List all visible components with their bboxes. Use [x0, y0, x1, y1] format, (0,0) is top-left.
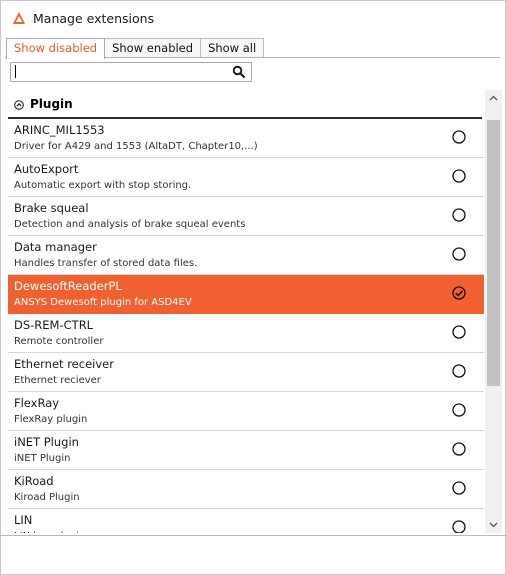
list-item[interactable]: DS-REM-CTRL Remote controller: [8, 314, 484, 353]
list-item[interactable]: iNET Plugin iNET Plugin: [8, 431, 484, 470]
unchecked-circle-icon[interactable]: [452, 130, 466, 144]
unchecked-circle-icon[interactable]: [452, 403, 466, 417]
search-box: [10, 62, 252, 82]
unchecked-circle-icon[interactable]: [452, 208, 466, 222]
search-input[interactable]: [15, 64, 225, 79]
checked-circle-icon[interactable]: [452, 286, 466, 300]
item-description: Driver for A429 and 1553 (AltaDT, Chapte…: [14, 141, 258, 152]
unchecked-circle-icon[interactable]: [452, 247, 466, 261]
item-name: AutoExport: [14, 162, 79, 176]
list-item[interactable]: KiRoad Kiroad Plugin: [8, 470, 484, 509]
unchecked-circle-icon[interactable]: [452, 325, 466, 339]
section-header-plugin[interactable]: Plugin: [8, 93, 482, 119]
tab-show-enabled[interactable]: Show enabled: [104, 38, 202, 57]
unchecked-circle-icon[interactable]: [452, 169, 466, 183]
search-icon[interactable]: [232, 65, 246, 79]
tab-show-all[interactable]: Show all: [200, 38, 265, 57]
title-bar: Manage extensions: [0, 0, 506, 36]
scroll-thumb[interactable]: [487, 120, 500, 386]
item-name: FlexRay: [14, 396, 60, 410]
item-description: FlexRay plugin: [14, 414, 88, 425]
tab-show-disabled[interactable]: Show disabled: [6, 38, 106, 59]
list-item[interactable]: ARINC_MIL1553 Driver for A429 and 1553 (A…: [8, 119, 484, 158]
item-description: Handles transfer of stored data files.: [14, 258, 198, 269]
item-description: LIN bus plugin: [14, 531, 85, 533]
list-item[interactable]: Ethernet receiver Ethernet reciever: [8, 353, 484, 392]
dewesoft-logo-icon: [13, 12, 25, 24]
extensions-list: Plugin ARINC_MIL1553 Driver for A429 and …: [5, 89, 502, 533]
list-item[interactable]: Data manager Handles transfer of stored d…: [8, 236, 484, 275]
text-caret: [15, 65, 16, 78]
item-description: Automatic export with stop storing.: [14, 180, 192, 191]
item-name: Data manager: [14, 240, 97, 254]
item-description: Kiroad Plugin: [14, 492, 80, 503]
item-name: Ethernet receiver: [14, 357, 114, 371]
list-item[interactable]: Brake squeal Detection and analysis of br…: [8, 197, 484, 236]
collapse-icon[interactable]: [14, 100, 24, 110]
footer-separator: [0, 535, 506, 536]
item-name: iNET Plugin: [14, 435, 79, 449]
list-item[interactable]: AutoExport Automatic export with stop sto…: [8, 158, 484, 197]
unchecked-circle-icon[interactable]: [452, 364, 466, 378]
item-description: Remote controller: [14, 336, 104, 347]
scroll-up-arrow-icon[interactable]: [485, 90, 502, 107]
item-name: Brake squeal: [14, 201, 89, 215]
item-description: Ethernet reciever: [14, 375, 101, 386]
item-description: ANSYS Dewesoft plugin for ASD4EV: [14, 297, 192, 308]
scroll-down-arrow-icon[interactable]: [485, 516, 502, 533]
item-name: DS-REM-CTRL: [14, 318, 94, 332]
list-item[interactable]: FlexRay FlexRay plugin: [8, 392, 484, 431]
section-label: Plugin: [30, 97, 73, 111]
plugin-items: ARINC_MIL1553 Driver for A429 and 1553 (A…: [8, 119, 484, 533]
unchecked-circle-icon[interactable]: [452, 442, 466, 456]
list-item[interactable]: DewesoftReaderPL ANSYS Dewesoft plugin fo…: [8, 275, 484, 314]
list-item[interactable]: LIN LIN bus plugin: [8, 509, 484, 533]
vertical-scrollbar[interactable]: [485, 90, 502, 533]
item-description: Detection and analysis of brake squeal e…: [14, 219, 246, 230]
unchecked-circle-icon[interactable]: [452, 481, 466, 495]
item-name: KiRoad: [14, 474, 54, 488]
item-name: ARINC_MIL1553: [14, 123, 105, 137]
filter-tabs: Show disabled Show enabled Show all: [6, 38, 265, 59]
item-name: LIN: [14, 513, 33, 527]
unchecked-circle-icon[interactable]: [452, 520, 466, 533]
window-title: Manage extensions: [33, 11, 155, 26]
item-description: iNET Plugin: [14, 453, 71, 464]
item-name: DewesoftReaderPL: [14, 279, 122, 293]
